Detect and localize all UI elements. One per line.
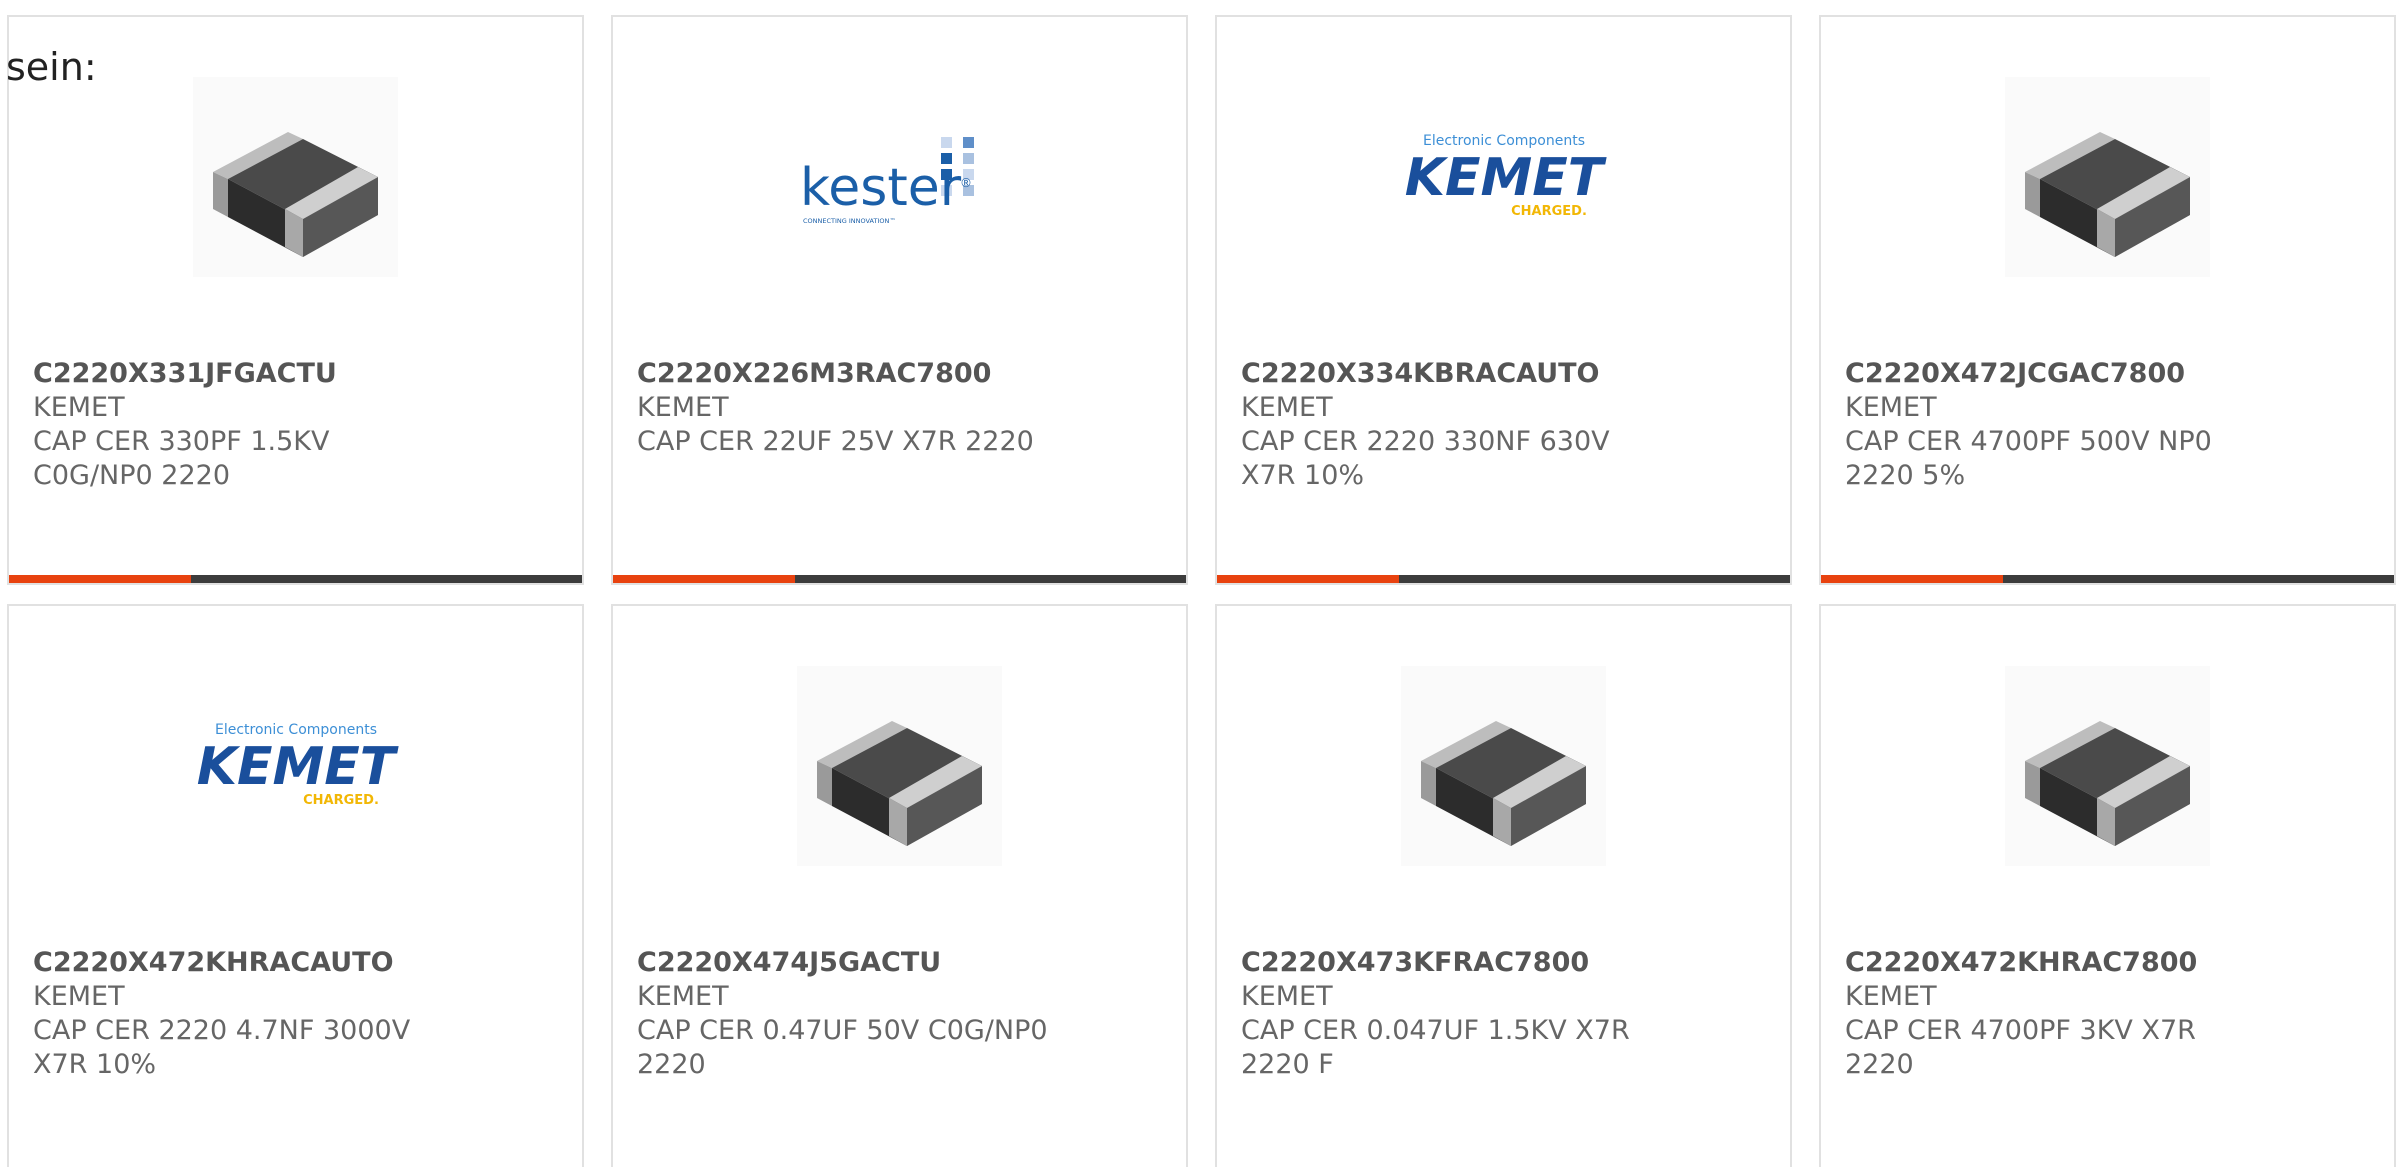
card-accent-bar <box>1821 575 2003 583</box>
card-accent-bar <box>9 575 191 583</box>
product-card[interactable]: C2220X331JFGACTU KEMET CAP CER 330PF 1.5KV… <box>7 15 584 585</box>
card-accent-bar <box>1217 575 1399 583</box>
product-description: CAP CER 2220 330NF 630V X7R 10% <box>1241 426 1610 491</box>
part-number-link[interactable]: C2220X331JFGACTU <box>33 357 453 391</box>
product-description: CAP CER 4700PF 500V NP0 2220 5% <box>1845 426 2212 491</box>
kemet-logo-top: Electronic Components <box>214 722 376 738</box>
part-number-link[interactable]: C2220X334KBRACAUTO <box>1241 357 1661 391</box>
product-description: CAP CER 0.47UF 50V C0G/NP0 2220 <box>637 1015 1048 1080</box>
product-description: CAP CER 22UF 25V X7R 2220 <box>637 426 1034 457</box>
kemet-logo-bottom: CHARGED. <box>303 793 379 808</box>
card-bottom-bar <box>1821 575 2394 583</box>
manufacturer-name: KEMET <box>33 981 125 1012</box>
chip-capacitor-image[interactable] <box>1217 661 1790 871</box>
product-info: C2220X472KHRAC7800 KEMET CAP CER 4700PF 3K… <box>1845 946 2265 1082</box>
intro-text: sein: <box>6 45 97 89</box>
product-grid-page: sein: C2220X331JFGACTU KEMET CAP CER 330PF… <box>0 0 2400 1167</box>
kester-logo-tagline: CONNECTING INNOVATION™ <box>803 217 896 225</box>
product-card[interactable]: kester ® CONNECTING INNOVATION™ C2220X226M3… <box>611 15 1188 585</box>
product-card[interactable]: C2220X472KHRAC7800 KEMET CAP CER 4700PF 3K… <box>1819 604 2396 1167</box>
kemet-logo-bottom: CHARGED. <box>1511 204 1587 219</box>
manufacturer-name: KEMET <box>33 392 125 423</box>
part-number-link[interactable]: C2220X472KHRACAUTO <box>33 946 453 980</box>
kemet-logo-text: KEMET <box>196 737 398 797</box>
product-card[interactable]: C2220X473KFRAC7800 KEMET CAP CER 0.047UF 1… <box>1215 604 1792 1167</box>
product-description: CAP CER 330PF 1.5KV C0G/NP0 2220 <box>33 426 330 491</box>
chip-capacitor-image[interactable] <box>613 661 1186 871</box>
part-number-link[interactable]: C2220X472KHRAC7800 <box>1845 946 2265 980</box>
chip-capacitor-image[interactable] <box>9 72 582 282</box>
product-card[interactable]: Electronic Components KEMET CHARGED. C2220X… <box>1215 15 1792 585</box>
product-card[interactable]: C2220X474J5GACTU KEMET CAP CER 0.47UF 50V … <box>611 604 1188 1167</box>
card-accent-bar <box>613 575 795 583</box>
chip-capacitor-image[interactable] <box>1821 72 2394 282</box>
product-info: C2220X472JCGAC7800 KEMET CAP CER 4700PF 50… <box>1845 357 2265 493</box>
chip-capacitor-image[interactable] <box>1821 661 2394 871</box>
card-bottom-bar <box>1217 575 1790 583</box>
manufacturer-name: KEMET <box>637 981 729 1012</box>
product-info: C2220X473KFRAC7800 KEMET CAP CER 0.047UF 1… <box>1241 946 1661 1082</box>
product-info: C2220X334KBRACAUTO KEMET CAP CER 2220 330N… <box>1241 357 1661 493</box>
manufacturer-name: KEMET <box>637 392 729 423</box>
part-number-link[interactable]: C2220X474J5GACTU <box>637 946 1057 980</box>
product-info: C2220X331JFGACTU KEMET CAP CER 330PF 1.5KV… <box>33 357 453 493</box>
part-number-link[interactable]: C2220X226M3RAC7800 <box>637 357 1057 391</box>
kester-logo-text: kester <box>800 158 962 218</box>
product-info: C2220X472KHRACAUTO KEMET CAP CER 2220 4.7N… <box>33 946 453 1082</box>
card-bottom-bar <box>9 575 582 583</box>
kemet-logo-top: Electronic Components <box>1422 133 1584 149</box>
manufacturer-name: KEMET <box>1845 981 1937 1012</box>
product-info: C2220X474J5GACTU KEMET CAP CER 0.47UF 50V … <box>637 946 1057 1082</box>
svg-text:®: ® <box>960 176 972 190</box>
product-description: CAP CER 2220 4.7NF 3000V X7R 10% <box>33 1015 411 1080</box>
product-card[interactable]: Electronic Components KEMET CHARGED. C2220X… <box>7 604 584 1167</box>
manufacturer-name: KEMET <box>1241 981 1333 1012</box>
kester-logo-image[interactable]: kester ® CONNECTING INNOVATION™ <box>613 72 1186 282</box>
kemet-logo-image[interactable]: Electronic Components KEMET CHARGED. <box>9 661 582 871</box>
part-number-link[interactable]: C2220X473KFRAC7800 <box>1241 946 1661 980</box>
part-number-link[interactable]: C2220X472JCGAC7800 <box>1845 357 2265 391</box>
product-description: CAP CER 4700PF 3KV X7R 2220 <box>1845 1015 2196 1080</box>
product-info: C2220X226M3RAC7800 KEMET CAP CER 22UF 25V … <box>637 357 1057 459</box>
product-card[interactable]: C2220X472JCGAC7800 KEMET CAP CER 4700PF 50… <box>1819 15 2396 585</box>
kemet-logo-image[interactable]: Electronic Components KEMET CHARGED. <box>1217 72 1790 282</box>
manufacturer-name: KEMET <box>1845 392 1937 423</box>
card-bottom-bar <box>613 575 1186 583</box>
kemet-logo-text: KEMET <box>1404 148 1606 208</box>
product-description: CAP CER 0.047UF 1.5KV X7R 2220 F <box>1241 1015 1630 1080</box>
manufacturer-name: KEMET <box>1241 392 1333 423</box>
